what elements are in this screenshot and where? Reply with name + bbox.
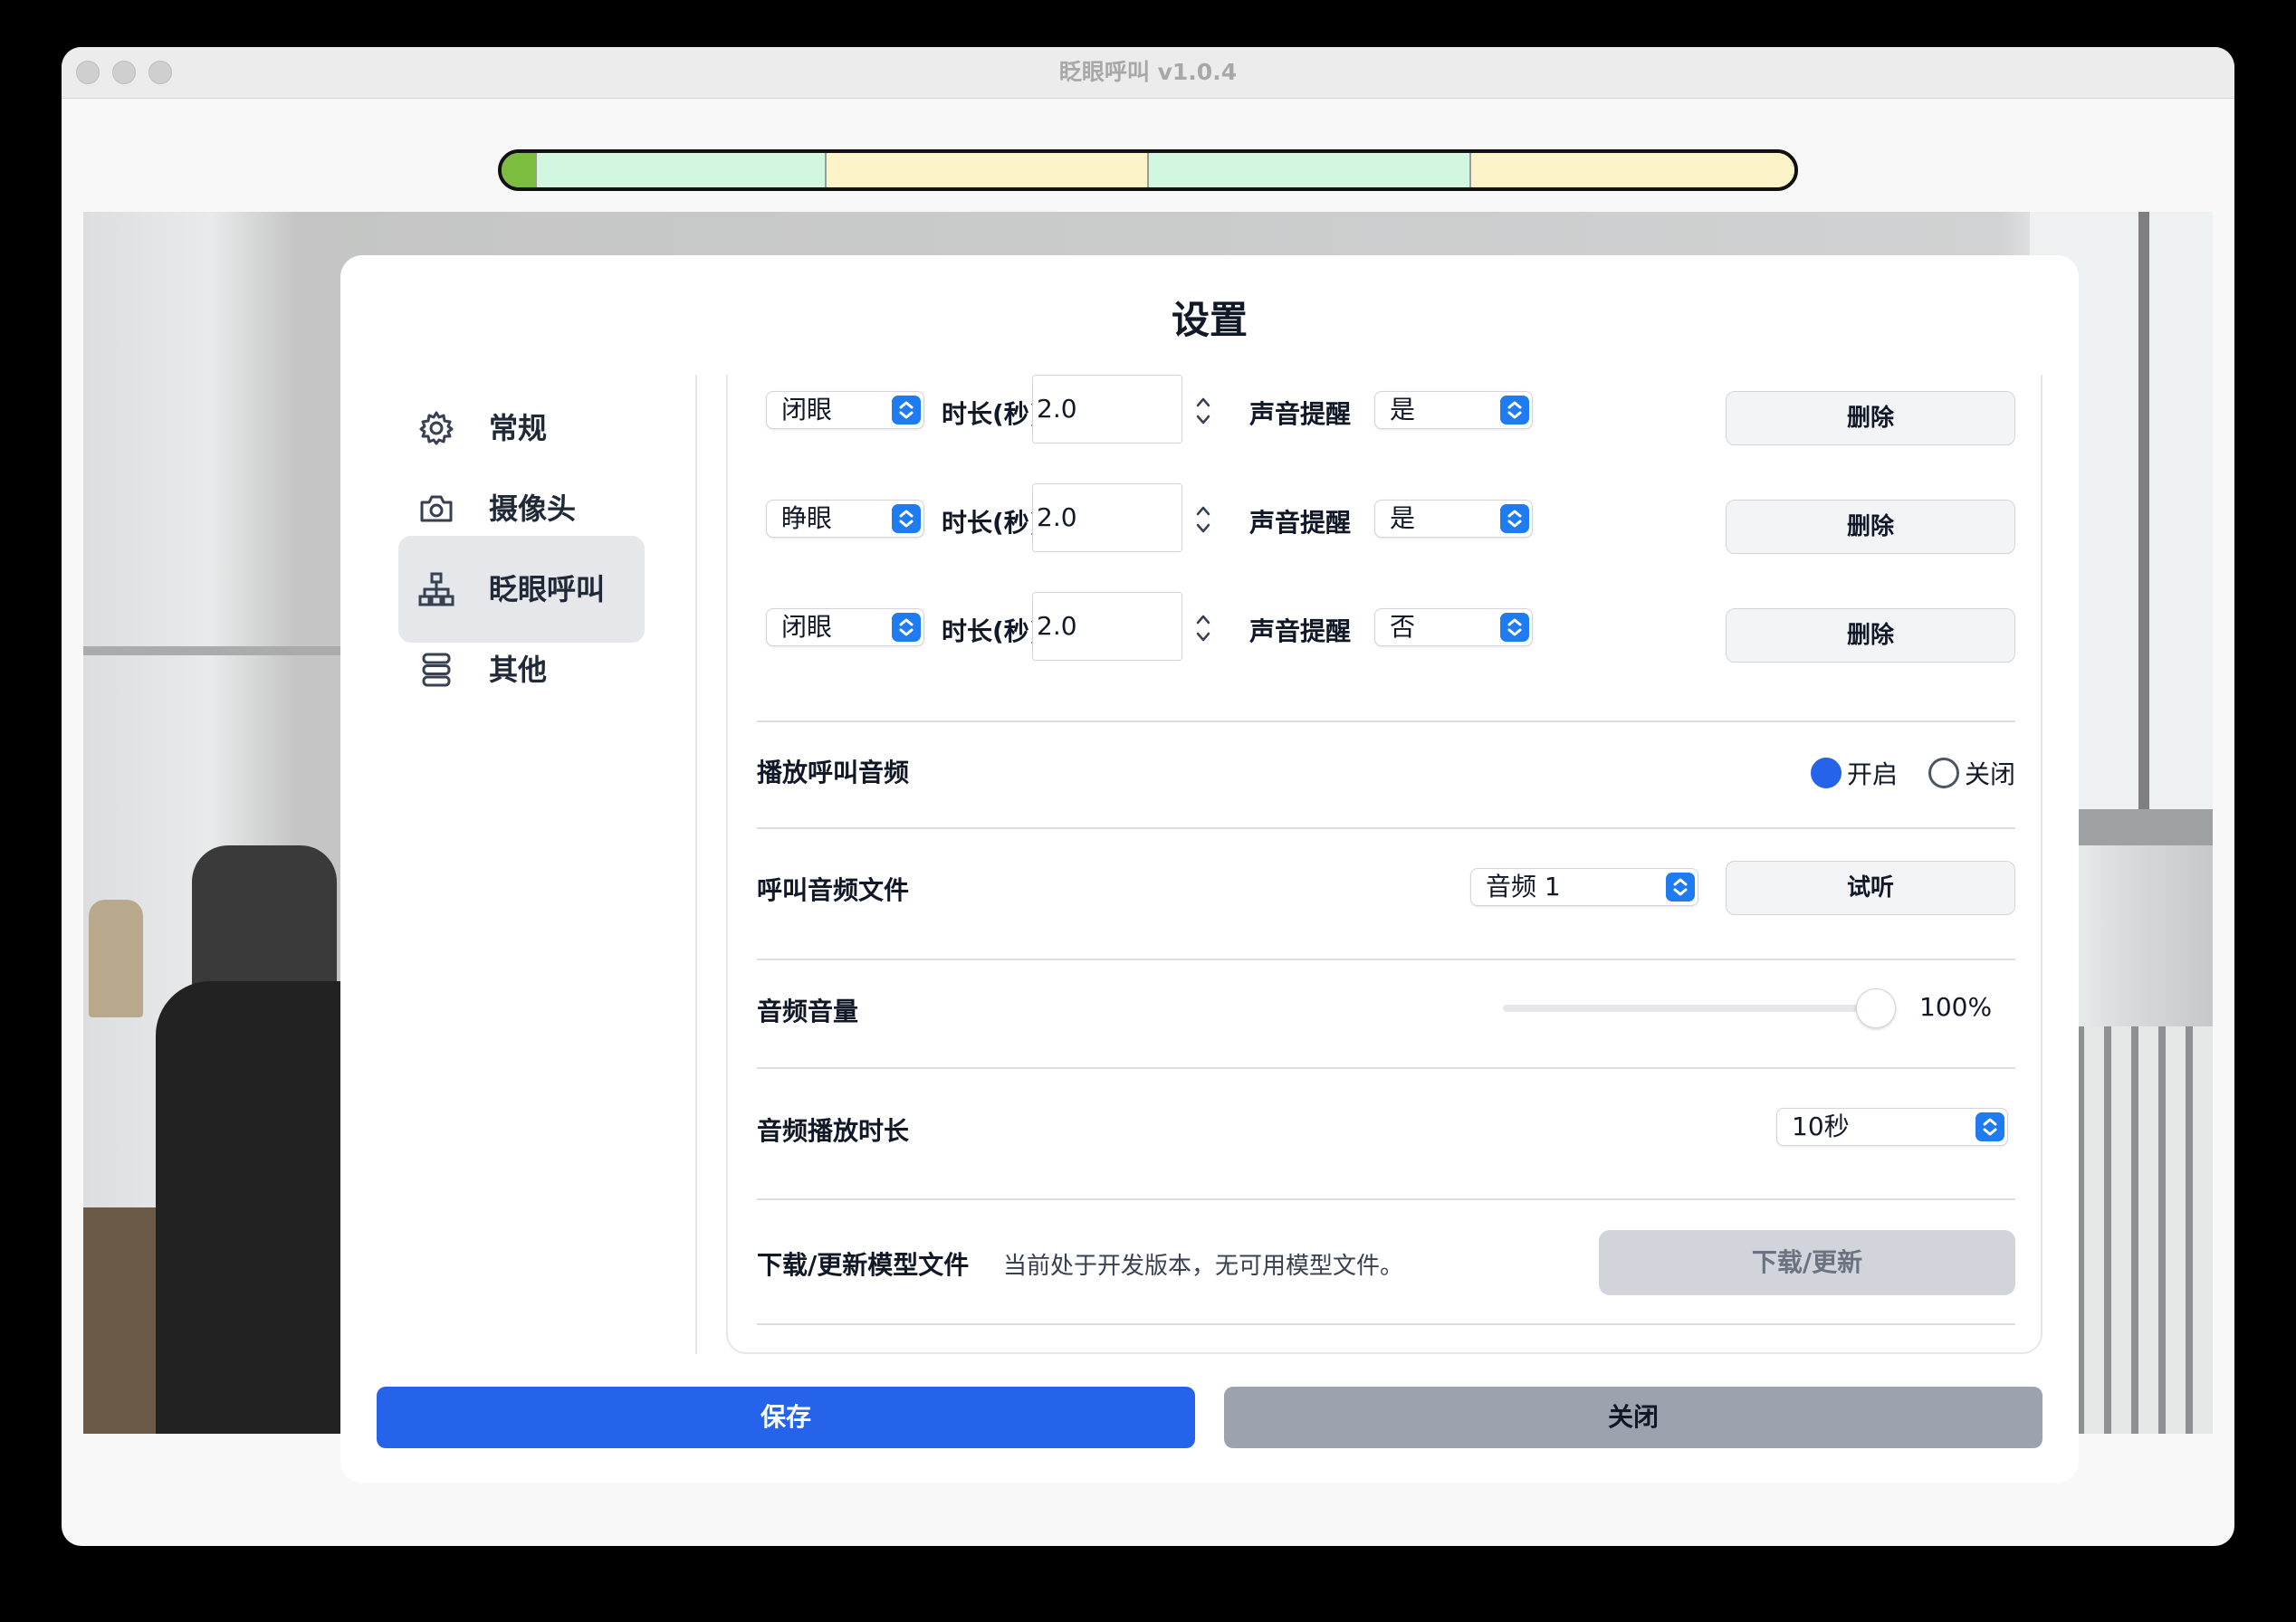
duration-input[interactable]: 2.0 [1032, 483, 1182, 552]
audio-preview-button[interactable]: 试听 [1726, 861, 2015, 915]
play-audio-off-label: 关闭 [1965, 759, 2016, 789]
chevron-updown-icon [1500, 504, 1529, 533]
divider [757, 1198, 2015, 1200]
chevron-updown-icon [892, 504, 921, 533]
sequence-row: 睁眼 时长(秒) 2.0 声音提醒 是 删除 [728, 483, 2044, 556]
camera-window-frame [2138, 212, 2149, 845]
sidebar-item-other[interactable]: 其他 [398, 616, 645, 723]
duration-label: 时长(秒) [942, 508, 1041, 538]
delete-button[interactable]: 删除 [1726, 391, 2015, 445]
timeline-segment [1149, 153, 1471, 187]
volume-label: 音频音量 [757, 997, 859, 1026]
sound-reminder-select[interactable]: 否 [1374, 608, 1533, 646]
app-window: 眨眼呼叫 v1.0.4 设置 常规 摄像头 眨眼呼叫 其他 闭眼 时长(秒) 2… [62, 47, 2234, 1546]
audio-file-select[interactable]: 音频 1 [1470, 868, 1698, 906]
sound-reminder-label: 声音提醒 [1249, 508, 1352, 538]
save-button[interactable]: 保存 [377, 1387, 1195, 1448]
settings-dialog: 设置 常规 摄像头 眨眼呼叫 其他 闭眼 时长(秒) 2.0 声音提醒 是 删除… [340, 255, 2079, 1483]
stepper-icon[interactable] [1193, 610, 1213, 646]
camera-icon [420, 495, 453, 522]
gear-icon [419, 411, 454, 445]
divider [757, 1067, 2015, 1069]
action-select[interactable]: 闭眼 [766, 391, 924, 429]
title-bar: 眨眼呼叫 v1.0.4 [62, 47, 2234, 99]
sound-reminder-label: 声音提醒 [1249, 399, 1352, 429]
sidebar-item-label: 其他 [489, 653, 548, 687]
volume-value: 100% [1919, 992, 1993, 1022]
sound-reminder-select[interactable]: 是 [1374, 391, 1533, 429]
window-title: 眨眼呼叫 v1.0.4 [1058, 59, 1238, 85]
timeline-segment [827, 153, 1149, 187]
chevron-updown-icon [892, 396, 921, 425]
divider [757, 827, 2015, 829]
audio-file-label: 呼叫音频文件 [757, 875, 910, 905]
camera-bottle [89, 900, 143, 1017]
duration-label: 时长(秒) [942, 399, 1041, 429]
divider [757, 720, 2015, 722]
delete-button[interactable]: 删除 [1726, 500, 2015, 554]
play-duration-label: 音频播放时长 [757, 1116, 910, 1146]
volume-slider-track[interactable] [1503, 1005, 1876, 1012]
play-audio-on-label: 开启 [1847, 759, 1899, 789]
divider [757, 959, 2015, 960]
stepper-icon[interactable] [1193, 501, 1213, 538]
divider [757, 1323, 2015, 1325]
camera-wall-rail [83, 646, 355, 655]
chevron-updown-icon [1500, 396, 1529, 425]
timeline-segment [1471, 153, 1794, 187]
blink-call-settings-panel: 闭眼 时长(秒) 2.0 声音提醒 是 删除 睁眼 时长(秒) 2.0 声音提醒… [726, 375, 2042, 1354]
stepper-icon[interactable] [1193, 393, 1213, 429]
duration-input[interactable]: 2.0 [1032, 592, 1182, 661]
volume-slider-thumb[interactable] [1856, 988, 1896, 1028]
sequence-row: 闭眼 时长(秒) 2.0 声音提醒 否 删除 [728, 592, 2044, 664]
timeline-segment [537, 153, 827, 187]
stack-icon [422, 653, 451, 687]
play-duration-select[interactable]: 10秒 [1776, 1108, 2008, 1146]
close-button[interactable]: 关闭 [1224, 1387, 2042, 1448]
dialog-title: 设置 [1171, 298, 1248, 342]
sound-reminder-label: 声音提醒 [1249, 616, 1352, 646]
delete-button[interactable]: 删除 [1726, 608, 2015, 663]
action-select[interactable]: 闭眼 [766, 608, 924, 646]
action-select[interactable]: 睁眼 [766, 500, 924, 538]
model-download-label: 下载/更新模型文件 [757, 1250, 970, 1280]
sidebar-divider [695, 375, 697, 1354]
play-audio-label: 播放呼叫音频 [757, 758, 910, 787]
sitemap-icon [418, 572, 454, 606]
chevron-updown-icon [1976, 1112, 2004, 1141]
duration-input[interactable]: 2.0 [1032, 375, 1182, 444]
chevron-updown-icon [1666, 873, 1695, 902]
model-status-text: 当前处于开发版本，无可用模型文件。 [1003, 1253, 1404, 1280]
duration-label: 时长(秒) [942, 616, 1041, 646]
chevron-updown-icon [1500, 613, 1529, 642]
sound-reminder-select[interactable]: 是 [1374, 500, 1533, 538]
blink-timeline-bar [498, 149, 1798, 191]
chevron-updown-icon [892, 613, 921, 642]
sequence-row: 闭眼 时长(秒) 2.0 声音提醒 是 删除 [728, 375, 2044, 447]
camera-chair [156, 981, 355, 1434]
timeline-segment [502, 153, 537, 187]
download-model-button[interactable]: 下载/更新 [1599, 1230, 2015, 1295]
play-audio-on-radio[interactable] [1811, 758, 1842, 788]
play-audio-off-radio[interactable] [1928, 758, 1959, 788]
